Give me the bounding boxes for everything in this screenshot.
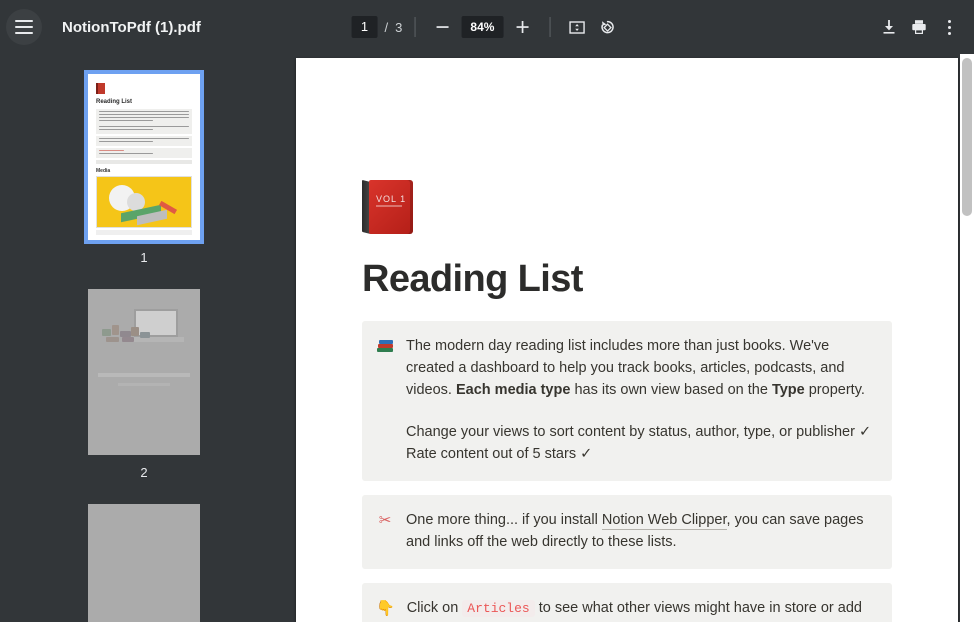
mini-text-line xyxy=(99,153,153,154)
thumbnail-item-3[interactable]: 3 xyxy=(0,500,288,622)
toolbar-center-group: / 3 84% xyxy=(352,12,623,42)
mini-table-strip xyxy=(96,160,192,164)
callout-block: ✂ One more thing... if you install Notio… xyxy=(362,495,892,569)
zoom-out-icon[interactable] xyxy=(427,12,457,42)
rotate-counterclockwise-icon[interactable] xyxy=(592,12,622,42)
thumbnail-page-1: Reading List xyxy=(88,74,200,240)
pdf-page-1: VOL 1 Reading List The modern day readin… xyxy=(296,58,958,622)
mini-clutter xyxy=(100,321,152,345)
mini-text-line xyxy=(99,114,189,115)
thumbnail-page-3 xyxy=(88,504,200,622)
book-emoji-volume-text: VOL 1 xyxy=(376,194,406,204)
closed-red-book-emoji: VOL 1 xyxy=(362,178,422,236)
callout-run: Rate content out of 5 stars ✓ xyxy=(406,446,592,462)
books-emoji xyxy=(376,335,394,465)
notion-web-clipper-link[interactable]: Notion Web Clipper xyxy=(602,512,727,530)
mini-text-line xyxy=(99,111,189,112)
inline-code-articles: Articles xyxy=(462,600,534,617)
thumbnail-label: 1 xyxy=(140,250,147,265)
callout-paragraph: Change your views to sort content by sta… xyxy=(406,421,874,465)
page-separator: / xyxy=(385,20,389,35)
mini-text-line xyxy=(99,120,153,121)
page-content: VOL 1 Reading List The modern day readin… xyxy=(296,58,958,622)
mini-text-line xyxy=(99,117,189,118)
zoom-level-value[interactable]: 84% xyxy=(461,16,503,38)
mini-caption xyxy=(96,230,192,235)
thumbnail-page-2 xyxy=(88,289,200,455)
callout-paragraph: The modern day reading list includes mor… xyxy=(406,335,874,401)
toolbar-divider-2 xyxy=(549,17,550,37)
thumbnail-list: Reading List xyxy=(0,54,288,622)
toolbar-left-group: NotionToPdf (1).pdf xyxy=(0,9,201,45)
document-title: NotionToPdf (1).pdf xyxy=(62,19,201,36)
pdf-viewer[interactable]: VOL 1 Reading List The modern day readin… xyxy=(288,54,974,622)
mini-image xyxy=(96,176,192,228)
hamburger-bar xyxy=(15,32,33,34)
callout-run: Click on xyxy=(407,600,463,616)
callout-run-bold: Type xyxy=(772,382,805,398)
fit-to-page-icon[interactable] xyxy=(562,12,592,42)
thumbnail-frame-1[interactable]: Reading List xyxy=(84,70,204,244)
callout-block: The modern day reading list includes mor… xyxy=(362,321,892,481)
callout-run: has its own view based on the xyxy=(570,382,772,398)
hamburger-bar xyxy=(15,20,33,22)
thumbnail-frame-2[interactable] xyxy=(84,285,204,459)
kebab-dot xyxy=(948,26,951,29)
zoom-in-icon[interactable] xyxy=(507,12,537,42)
callout-run: One more thing... if you install xyxy=(406,512,602,528)
callout-paragraph: Click on Articles to see what other view… xyxy=(407,597,874,622)
mini-book-icon xyxy=(96,83,105,94)
scissors-emoji: ✂ xyxy=(376,509,394,553)
callout-block: 👇 Click on Articles to see what other vi… xyxy=(362,583,892,622)
mini-code-line xyxy=(99,150,124,151)
print-icon[interactable] xyxy=(904,12,934,42)
kebab-menu-icon[interactable] xyxy=(934,12,964,42)
viewer-scrollbar[interactable] xyxy=(960,54,974,622)
callout-run-bold: Each media type xyxy=(456,382,570,398)
mini-subheading: Media xyxy=(96,168,192,174)
pointing-down-hand-emoji: 👇 xyxy=(376,597,395,622)
toolbar-divider-1 xyxy=(414,17,415,37)
thumbnail-item-2[interactable]: 2 xyxy=(0,285,288,492)
page-title: Reading List xyxy=(362,258,892,301)
thumbnail-frame-3[interactable] xyxy=(84,500,204,622)
page-count: 3 xyxy=(395,20,402,35)
callout-body: Click on Articles to see what other view… xyxy=(407,597,874,622)
download-icon[interactable] xyxy=(874,12,904,42)
viewer-scrollbar-thumb[interactable] xyxy=(962,58,972,216)
thumbnail-label: 2 xyxy=(140,465,147,480)
toolbar-right-group xyxy=(874,12,964,42)
mini-text-line xyxy=(99,129,153,130)
mini-page-title: Reading List xyxy=(96,99,192,105)
kebab-dot xyxy=(948,32,951,35)
mini-text-line xyxy=(99,141,153,142)
mini-callout xyxy=(96,148,192,158)
hamburger-icon[interactable] xyxy=(6,9,42,45)
mini-text-line xyxy=(99,126,189,127)
mini-callout xyxy=(96,136,192,146)
callout-body: The modern day reading list includes mor… xyxy=(406,335,874,465)
thumbnail-mini-render xyxy=(88,289,200,455)
callout-run: Change your views to sort content by sta… xyxy=(406,424,871,440)
thumbnail-mini-render: Reading List xyxy=(88,74,200,240)
kebab-dot xyxy=(948,20,951,23)
mini-text-line xyxy=(99,138,189,139)
callout-run: property. xyxy=(805,382,865,398)
pdf-toolbar: NotionToPdf (1).pdf / 3 84% xyxy=(0,0,974,54)
page-number-input[interactable] xyxy=(352,16,378,38)
callout-paragraph: One more thing... if you install Notion … xyxy=(406,509,874,553)
thumbnail-sidebar[interactable]: Reading List xyxy=(0,54,288,622)
mini-callout xyxy=(96,109,192,134)
callout-body: One more thing... if you install Notion … xyxy=(406,509,874,553)
hamburger-bar xyxy=(15,26,33,28)
thumbnail-item-1[interactable]: Reading List xyxy=(0,70,288,277)
